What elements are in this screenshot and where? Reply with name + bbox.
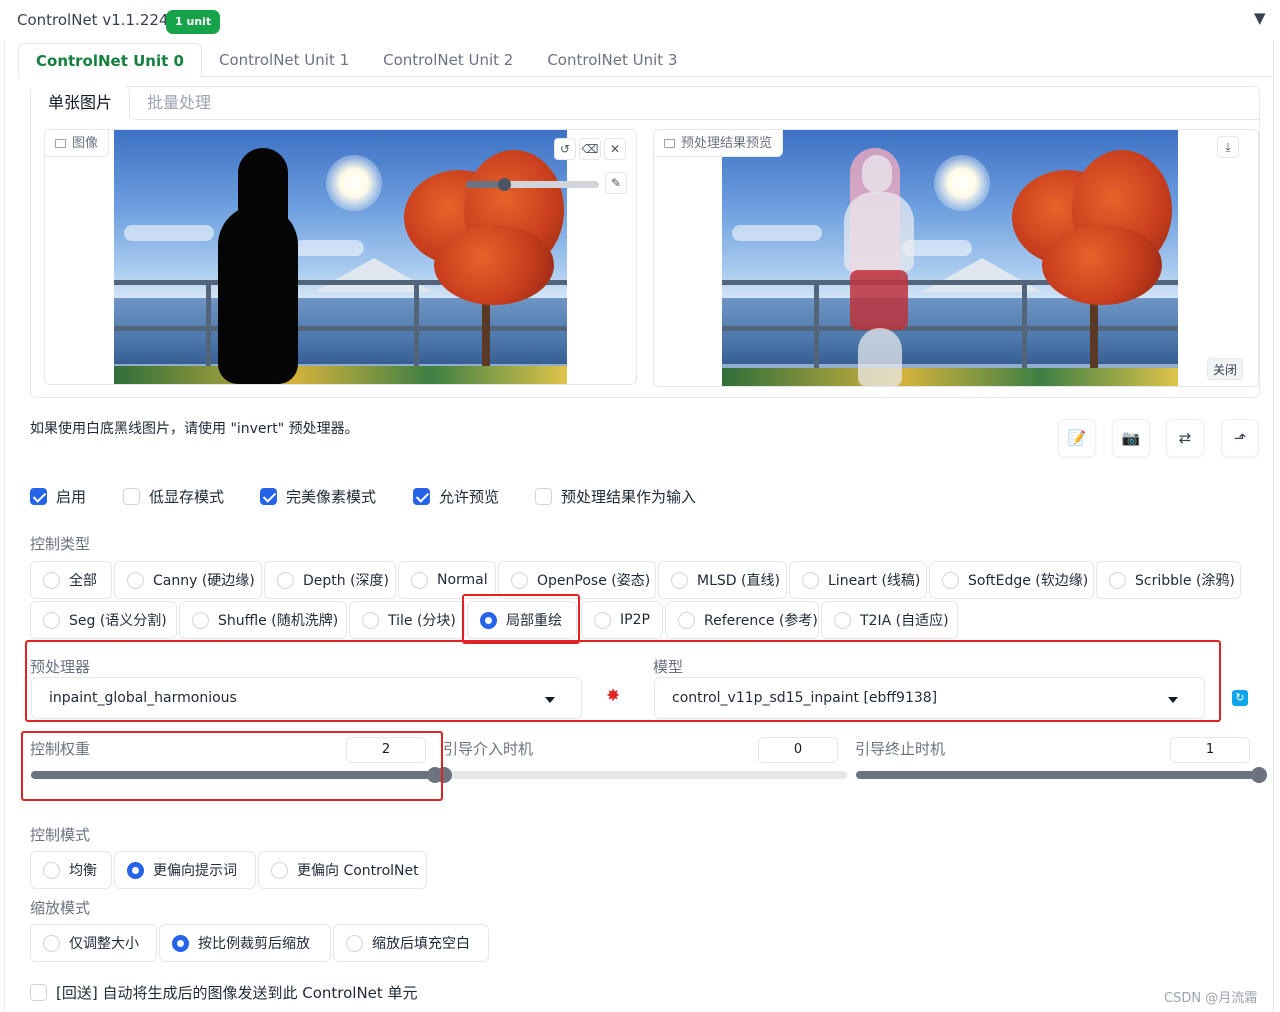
resize-mode-fill[interactable]: 缩放后填充空白	[333, 924, 489, 962]
control-type-t2ia[interactable]: T2IA (自适应)	[821, 601, 958, 639]
start-input[interactable]: 0	[758, 737, 838, 763]
control-type-ip2p[interactable]: IP2P	[581, 601, 663, 639]
control-type-tile[interactable]: Tile (分块)	[349, 601, 465, 639]
end-label: 引导终止时机	[855, 740, 946, 758]
start-label: 引导介入时机	[443, 740, 534, 758]
control-mode-balanced[interactable]: 均衡	[30, 851, 112, 889]
download-icon[interactable]: ⤓	[1217, 136, 1239, 158]
eraser-icon[interactable]: ⌫	[579, 138, 601, 160]
new-canvas-icon[interactable]: 📝	[1058, 419, 1096, 457]
loopback-checkbox[interactable]: [回送] 自动将生成后的图像发送到此 ControlNet 单元	[30, 982, 418, 1003]
brush-size-handle[interactable]	[498, 178, 511, 191]
preprocess-as-input-checkbox[interactable]: 预处理结果作为输入	[535, 486, 696, 507]
resize-mode-just-resize[interactable]: 仅调整大小	[30, 924, 157, 962]
close-preview-button[interactable]: 关闭	[1207, 358, 1244, 380]
control-type-all[interactable]: 全部	[30, 561, 112, 599]
highlight-weight	[21, 731, 443, 801]
camera-icon[interactable]: 📷	[1112, 419, 1150, 457]
refresh-icon[interactable]: ↻	[1232, 690, 1248, 706]
tab-unit-0[interactable]: ControlNet Unit 0	[18, 43, 202, 77]
pixel-perfect-checkbox[interactable]: 完美像素模式	[260, 486, 376, 507]
control-type-scribble[interactable]: Scribble (涂鸦)	[1096, 561, 1241, 599]
highlight-inpaint	[462, 594, 580, 644]
input-image-label: 图像	[45, 130, 110, 157]
resize-mode-label: 缩放模式	[30, 899, 91, 917]
image-icon	[55, 139, 66, 148]
input-image-panel[interactable]: 图像 ↺ ⌫ ✕ ✎	[44, 129, 637, 385]
control-type-mlsd[interactable]: MLSD (直线)	[658, 561, 787, 599]
enable-checkbox[interactable]: 启用	[30, 486, 86, 507]
allow-preview-checkbox[interactable]: 允许预览	[413, 486, 499, 507]
tab-single-image[interactable]: 单张图片	[31, 86, 131, 120]
control-type-lineart[interactable]: Lineart (线稿)	[789, 561, 927, 599]
control-type-seg[interactable]: Seg (语义分割)	[30, 601, 177, 639]
unit-tabs: ControlNet Unit 0 ControlNet Unit 1 Cont…	[18, 43, 694, 77]
undo-icon[interactable]: ↺	[554, 138, 576, 160]
tab-batch[interactable]: 批量处理	[130, 86, 228, 120]
subtab-divider	[134, 119, 1259, 120]
tab-unit-2[interactable]: ControlNet Unit 2	[366, 43, 530, 77]
resize-mode-crop[interactable]: 按比例裁剪后缩放	[159, 924, 331, 962]
brush-icon[interactable]: ✎	[605, 172, 627, 194]
input-image[interactable]	[114, 130, 567, 384]
control-type-reference[interactable]: Reference (参考)	[665, 601, 819, 639]
control-mode-prompt[interactable]: 更偏向提示词	[114, 851, 256, 889]
end-slider-handle[interactable]	[1251, 767, 1267, 783]
watermark: CSDN @月流霜	[1164, 991, 1258, 1006]
send-dimensions-icon[interactable]: ⬏	[1221, 419, 1259, 457]
end-slider-fill	[856, 771, 1259, 779]
image-icon	[664, 139, 675, 148]
sub-tabs: 单张图片 批量处理	[31, 86, 228, 120]
tab-unit-1[interactable]: ControlNet Unit 1	[202, 43, 366, 77]
start-slider-track[interactable]	[444, 771, 847, 779]
end-input[interactable]: 1	[1170, 737, 1250, 763]
triangle-down-icon[interactable]: ▼	[1254, 9, 1266, 27]
control-type-softedge[interactable]: SoftEdge (软边缘)	[929, 561, 1094, 599]
lowvram-checkbox[interactable]: 低显存模式	[123, 486, 224, 507]
swap-icon[interactable]: ⇄	[1166, 419, 1204, 457]
tab-unit-3[interactable]: ControlNet Unit 3	[530, 43, 694, 77]
control-type-label: 控制类型	[30, 535, 91, 553]
control-type-canny[interactable]: Canny (硬边缘)	[114, 561, 262, 599]
preview-label: 预处理结果预览	[654, 130, 784, 157]
control-mode-controlnet[interactable]: 更偏向 ControlNet	[258, 851, 427, 889]
control-type-depth[interactable]: Depth (深度)	[264, 561, 396, 599]
control-mode-label: 控制模式	[30, 826, 91, 844]
unit-count-badge: 1 unit	[166, 10, 221, 34]
preview-panel: 预处理结果预览 ⤓	[653, 129, 1259, 387]
preview-image	[722, 130, 1178, 386]
invert-hint: 如果使用白底黑线图片，请使用 "invert" 预处理器。	[30, 421, 359, 437]
close-icon[interactable]: ✕	[604, 138, 626, 160]
control-type-shuffle[interactable]: Shuffle (随机洗牌)	[179, 601, 347, 639]
accordion-title[interactable]: ControlNet v1.1.224	[17, 11, 168, 29]
highlight-preprocessor-model	[25, 640, 1221, 722]
